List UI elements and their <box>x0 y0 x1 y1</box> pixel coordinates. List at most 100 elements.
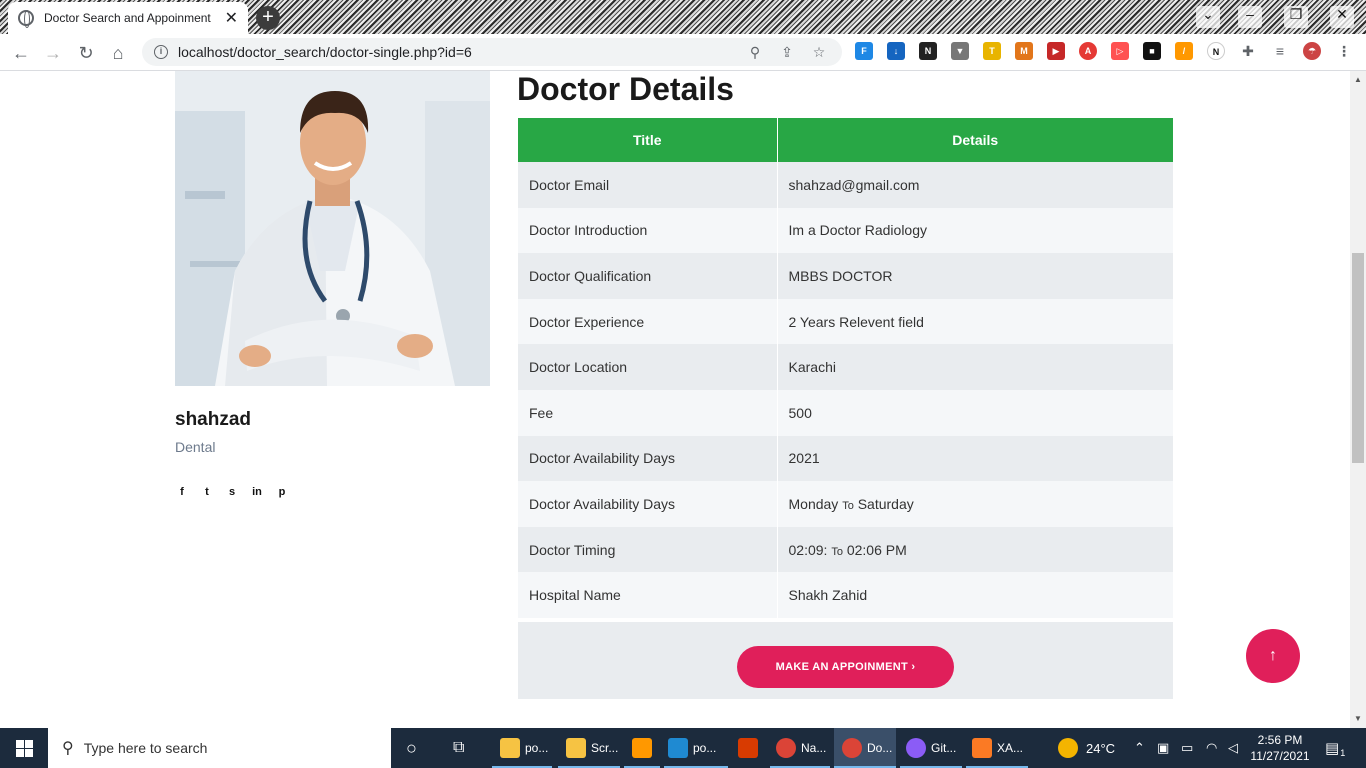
row-title: Doctor Email <box>518 162 778 208</box>
row-title: Doctor Qualification <box>518 253 778 299</box>
extension-icon-5[interactable]: T <box>983 42 1001 60</box>
column-header-details: Details <box>777 118 1173 162</box>
row-title: Doctor Location <box>518 344 778 390</box>
extension-icon-12[interactable]: N <box>1207 42 1225 60</box>
reload-icon[interactable]: ↻ <box>74 41 98 65</box>
pinterest-icon[interactable]: p <box>275 485 289 499</box>
taskbar-app-explorer-2[interactable]: Scr... <box>558 728 620 768</box>
show-hidden-icons[interactable]: ⌃ <box>1134 728 1145 768</box>
cortana-icon[interactable]: ○ <box>406 728 426 768</box>
notifications-icon[interactable]: ▤ 1 <box>1325 728 1345 768</box>
metamask-icon[interactable]: M <box>1015 42 1033 60</box>
taskbar-search[interactable]: ⚲ Type here to search <box>48 728 391 768</box>
back-arrow-icon[interactable]: ← <box>9 41 33 65</box>
extension-icon-9[interactable]: ▷ <box>1111 42 1129 60</box>
taskbar-app-label: Do... <box>867 741 893 755</box>
row-title: Doctor Availability Days <box>518 481 778 527</box>
taskbar-app-chrome-1[interactable]: Na... <box>770 728 830 768</box>
table-row: Doctor Qualification MBBS DOCTOR <box>518 253 1173 299</box>
volume-icon[interactable]: ◁ <box>1228 728 1238 768</box>
taskbar-app-label: Na... <box>801 741 827 755</box>
facebook-icon[interactable]: f <box>175 485 189 499</box>
color-picker-icon[interactable]: / <box>1175 42 1193 60</box>
wifi-icon[interactable]: ◠ <box>1206 728 1217 768</box>
news-extension-icon[interactable]: N <box>919 42 937 60</box>
windows-start-button[interactable] <box>0 728 48 768</box>
windows-taskbar: ⚲ Type here to search ○ ⧉ po... Scr... p… <box>0 728 1366 768</box>
row-title: Hospital Name <box>518 572 778 618</box>
security-tray-icon[interactable]: ▣ <box>1157 728 1169 768</box>
zoom-icon[interactable]: ⚲ <box>744 44 766 61</box>
media-control-icon[interactable]: ≡ <box>1271 42 1289 60</box>
skype-icon[interactable]: s <box>225 485 239 499</box>
timing-start: 02:09: <box>788 541 832 558</box>
vpn-extension-icon[interactable]: ▼ <box>951 42 969 60</box>
browser-toolbar: ← → ↻ ⌂ i localhost/doctor_search/doctor… <box>0 34 1366 71</box>
table-row: Doctor Timing 02:09: To 02:06 PM <box>518 526 1173 573</box>
close-window-button[interactable]: ✕ <box>1330 6 1354 28</box>
tab-doctor-search[interactable]: Doctor Search and Appoinment ✕ <box>8 2 248 34</box>
row-details: 500 <box>777 389 1173 436</box>
taskbar-app-explorer-1[interactable]: po... <box>492 728 552 768</box>
browser-menu-icon[interactable]: ⋮ <box>1335 42 1353 60</box>
taskbar-app-github[interactable]: Git... <box>900 728 962 768</box>
row-details: shahzad@gmail.com <box>777 162 1173 208</box>
timing-separator: To <box>831 545 843 558</box>
system-clock[interactable]: 2:56 PM 11/27/2021 <box>1245 732 1315 764</box>
profile-avatar-icon[interactable]: ☂ <box>1303 42 1321 60</box>
scroll-up-arrow-icon[interactable]: ▲ <box>1354 75 1362 84</box>
taskbar-app-office[interactable] <box>734 728 764 768</box>
tab-strip: Doctor Search and Appoinment ✕ + ⌄ – ❐ ✕ <box>0 0 1366 34</box>
weather-widget[interactable]: 24°C <box>1058 728 1115 768</box>
row-title: Doctor Experience <box>518 298 778 345</box>
row-title: Doctor Timing <box>518 526 778 573</box>
page-scrollbar[interactable]: ▲ ▼ <box>1350 71 1366 728</box>
bookmark-star-icon[interactable]: ☆ <box>808 44 830 61</box>
linkedin-icon[interactable]: in <box>250 485 264 499</box>
battery-icon[interactable]: ▭ <box>1181 728 1193 768</box>
task-view-icon[interactable]: ⧉ <box>453 728 473 768</box>
table-row: Doctor Email shahzad@gmail.com <box>518 162 1173 208</box>
vscode-icon <box>668 738 688 758</box>
folder-icon <box>500 738 520 758</box>
profile-menu-icon[interactable]: ⌄ <box>1196 6 1220 28</box>
github-icon <box>906 738 926 758</box>
row-details: 2 Years Relevent field <box>777 298 1173 345</box>
sublime-icon <box>632 738 652 758</box>
extension-icon-1[interactable]: F <box>855 42 873 60</box>
tab-close-button[interactable]: ✕ <box>225 8 238 28</box>
doctor-photo <box>175 71 490 386</box>
row-title: Doctor Availability Days <box>518 435 778 482</box>
taskbar-app-xampp[interactable]: XA... <box>966 728 1028 768</box>
row-details: 02:09: To 02:06 PM <box>777 526 1173 573</box>
table-row: Doctor Experience 2 Years Relevent field <box>518 298 1173 345</box>
make-appointment-button[interactable]: MAKE AN APPOINMENT › <box>737 646 954 688</box>
video-extension-icon[interactable]: ▶ <box>1047 42 1065 60</box>
page-content: shahzad Dental f t s in p Doctor Details… <box>0 71 1350 728</box>
share-icon[interactable]: ⇪ <box>776 44 798 61</box>
new-tab-button[interactable]: + <box>256 6 280 30</box>
scrollbar-thumb[interactable] <box>1352 253 1364 463</box>
extensions-puzzle-icon[interactable]: ✚ <box>1239 42 1257 60</box>
taskbar-app-vscode[interactable]: po... <box>664 728 728 768</box>
taskbar-app-sublime[interactable] <box>624 728 660 768</box>
scroll-to-top-button[interactable]: ↑ <box>1246 629 1300 683</box>
forward-arrow-icon[interactable]: → <box>41 41 65 65</box>
twitter-icon[interactable]: t <box>200 485 214 499</box>
column-header-title: Title <box>518 118 778 162</box>
address-bar[interactable]: i localhost/doctor_search/doctor-single.… <box>142 38 842 66</box>
download-extension-icon[interactable]: ↓ <box>887 42 905 60</box>
url-text[interactable]: localhost/doctor_search/doctor-single.ph… <box>178 44 734 60</box>
restore-button[interactable]: ❐ <box>1284 6 1308 28</box>
site-info-icon[interactable]: i <box>154 45 168 59</box>
table-row: Fee 500 <box>518 389 1173 436</box>
home-icon[interactable]: ⌂ <box>106 41 130 65</box>
taskbar-app-chrome-2[interactable]: Do... <box>834 728 896 768</box>
table-row: Doctor Availability Days 2021 <box>518 435 1173 482</box>
extension-icon-10[interactable]: ■ <box>1143 42 1161 60</box>
minimize-button[interactable]: – <box>1238 6 1262 28</box>
adblock-icon[interactable]: A <box>1079 42 1097 60</box>
table-row: Doctor Introduction Im a Doctor Radiolog… <box>518 207 1173 254</box>
scroll-down-arrow-icon[interactable]: ▼ <box>1354 714 1362 723</box>
temperature-text: 24°C <box>1086 740 1116 756</box>
